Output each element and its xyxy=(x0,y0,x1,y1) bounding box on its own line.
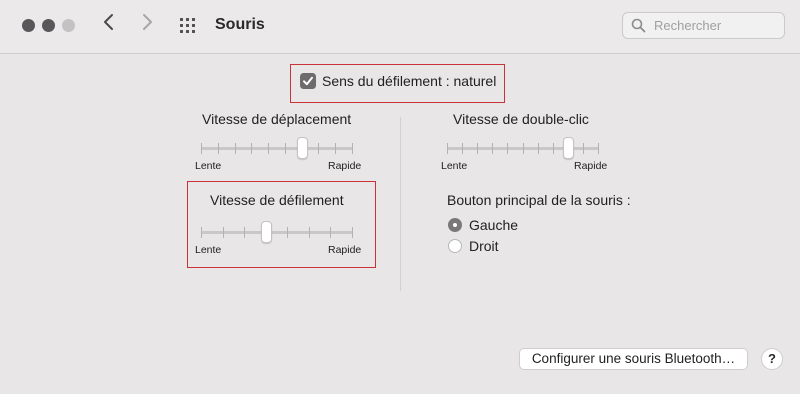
vertical-divider xyxy=(400,117,401,291)
primary-button-title: Bouton principal de la souris : xyxy=(447,192,631,208)
minimize-window-button[interactable] xyxy=(42,19,55,32)
radio-right[interactable] xyxy=(448,239,462,253)
slider-tick xyxy=(235,143,236,154)
slider-tick xyxy=(287,227,288,238)
double-click-speed-slider[interactable] xyxy=(447,137,599,161)
chevron-left-icon[interactable] xyxy=(103,13,115,37)
chevron-right-icon[interactable] xyxy=(141,13,153,37)
slider-knob[interactable] xyxy=(563,137,574,159)
slider-tick xyxy=(352,227,353,238)
slider-tick xyxy=(477,143,478,154)
slider-tick xyxy=(447,143,448,154)
slider-tick xyxy=(598,143,599,154)
natural-scroll-checkbox[interactable] xyxy=(300,73,316,89)
tracking-speed-min-label: Lente xyxy=(195,160,222,172)
slider-tick xyxy=(523,143,524,154)
scroll-speed-title: Vitesse de défilement xyxy=(210,192,344,208)
help-button[interactable]: ? xyxy=(761,348,783,370)
slider-tick xyxy=(201,143,202,154)
slider-tick xyxy=(318,143,319,154)
tracking-speed-slider[interactable] xyxy=(201,137,353,161)
grid-icon[interactable] xyxy=(180,18,199,34)
scroll-speed-slider[interactable] xyxy=(201,221,353,245)
natural-scroll-label: Sens du défilement : naturel xyxy=(322,73,497,89)
slider-tick xyxy=(285,143,286,154)
title-bar: Souris xyxy=(0,0,800,54)
slider-tick xyxy=(218,143,219,154)
window-title: Souris xyxy=(215,16,265,33)
slider-tick xyxy=(538,143,539,154)
slider-knob[interactable] xyxy=(261,221,272,243)
slider-tick xyxy=(244,227,245,238)
double-click-speed-min-label: Lente xyxy=(441,160,468,172)
slider-tick xyxy=(330,227,331,238)
search-field[interactable] xyxy=(622,12,785,39)
search-input[interactable] xyxy=(654,16,779,35)
tracking-speed-max-label: Rapide xyxy=(328,160,362,172)
slider-tick xyxy=(201,227,202,238)
slider-tick xyxy=(309,227,310,238)
slider-tick xyxy=(507,143,508,154)
radio-left[interactable] xyxy=(448,218,462,232)
scroll-speed-min-label: Lente xyxy=(195,244,222,256)
scroll-speed-max-label: Rapide xyxy=(328,244,362,256)
double-click-speed-title: Vitesse de double-clic xyxy=(453,111,589,127)
double-click-speed-max-label: Rapide xyxy=(574,160,608,172)
zoom-window-button[interactable] xyxy=(62,19,75,32)
slider-knob[interactable] xyxy=(297,137,308,159)
slider-tick xyxy=(335,143,336,154)
slider-tick xyxy=(223,227,224,238)
slider-tick xyxy=(583,143,584,154)
slider-tick xyxy=(553,143,554,154)
close-window-button[interactable] xyxy=(22,19,35,32)
search-icon xyxy=(631,18,646,33)
slider-tick xyxy=(251,143,252,154)
tracking-speed-title: Vitesse de déplacement xyxy=(202,111,352,127)
slider-tick xyxy=(492,143,493,154)
configure-bluetooth-mouse-button[interactable]: Configurer une souris Bluetooth… xyxy=(519,348,748,370)
slider-tick xyxy=(352,143,353,154)
slider-tick xyxy=(268,143,269,154)
slider-track[interactable] xyxy=(201,147,353,150)
radio-left-label: Gauche xyxy=(469,217,519,233)
radio-right-label: Droit xyxy=(469,238,499,254)
checkmark-icon xyxy=(303,76,313,86)
slider-tick xyxy=(462,143,463,154)
